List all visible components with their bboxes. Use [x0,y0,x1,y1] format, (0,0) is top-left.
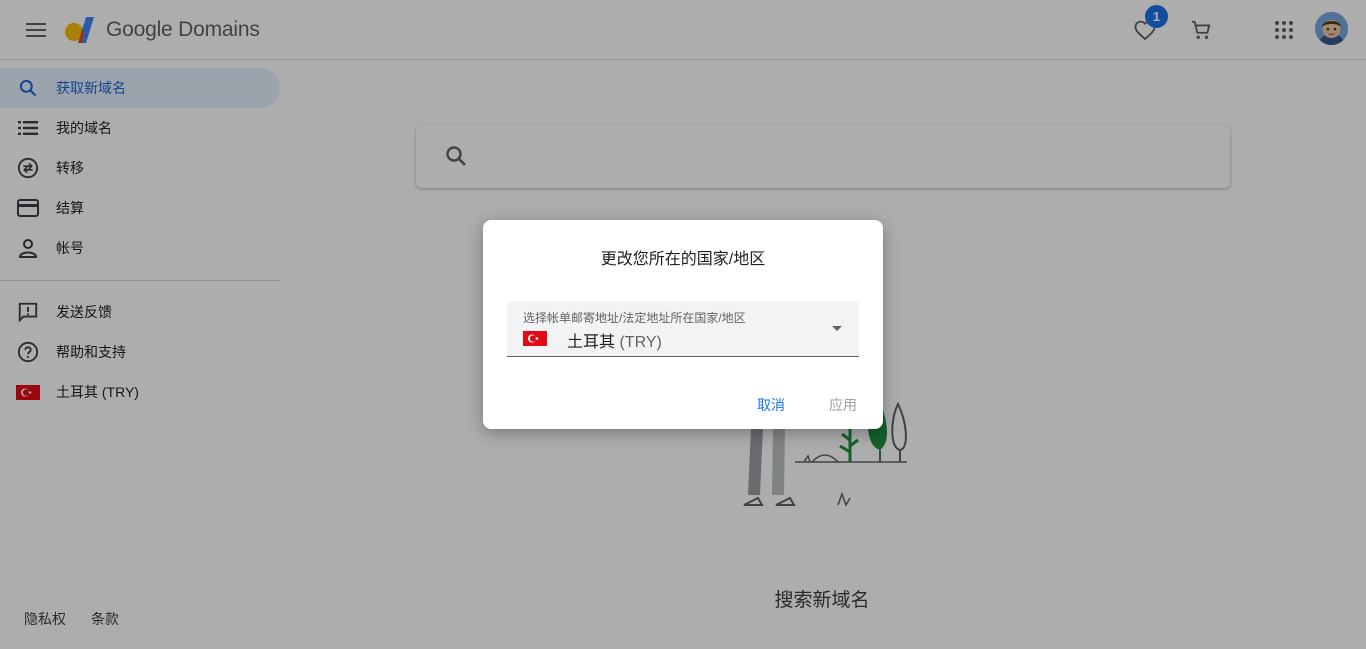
turkey-flag-icon [523,331,547,346]
dialog-title: 更改您所在的国家/地区 [600,251,766,268]
dropdown-arrow-icon [832,326,842,331]
currency-code: (TRY) [619,334,662,351]
apply-button[interactable]: 应用 [829,395,857,415]
country-select[interactable]: 选择帐单邮寄地址/法定地址所在国家/地区 土耳其 (TRY) [507,301,859,357]
country-select-label: 选择帐单邮寄地址/法定地址所在国家/地区 [523,311,746,325]
change-country-dialog: 更改您所在的国家/地区 选择帐单邮寄地址/法定地址所在国家/地区 土耳其 (TR… [483,220,883,429]
cancel-button[interactable]: 取消 [757,395,785,415]
country-select-value: 土耳其 (TRY) [567,328,662,352]
country-name: 土耳其 [567,334,616,351]
